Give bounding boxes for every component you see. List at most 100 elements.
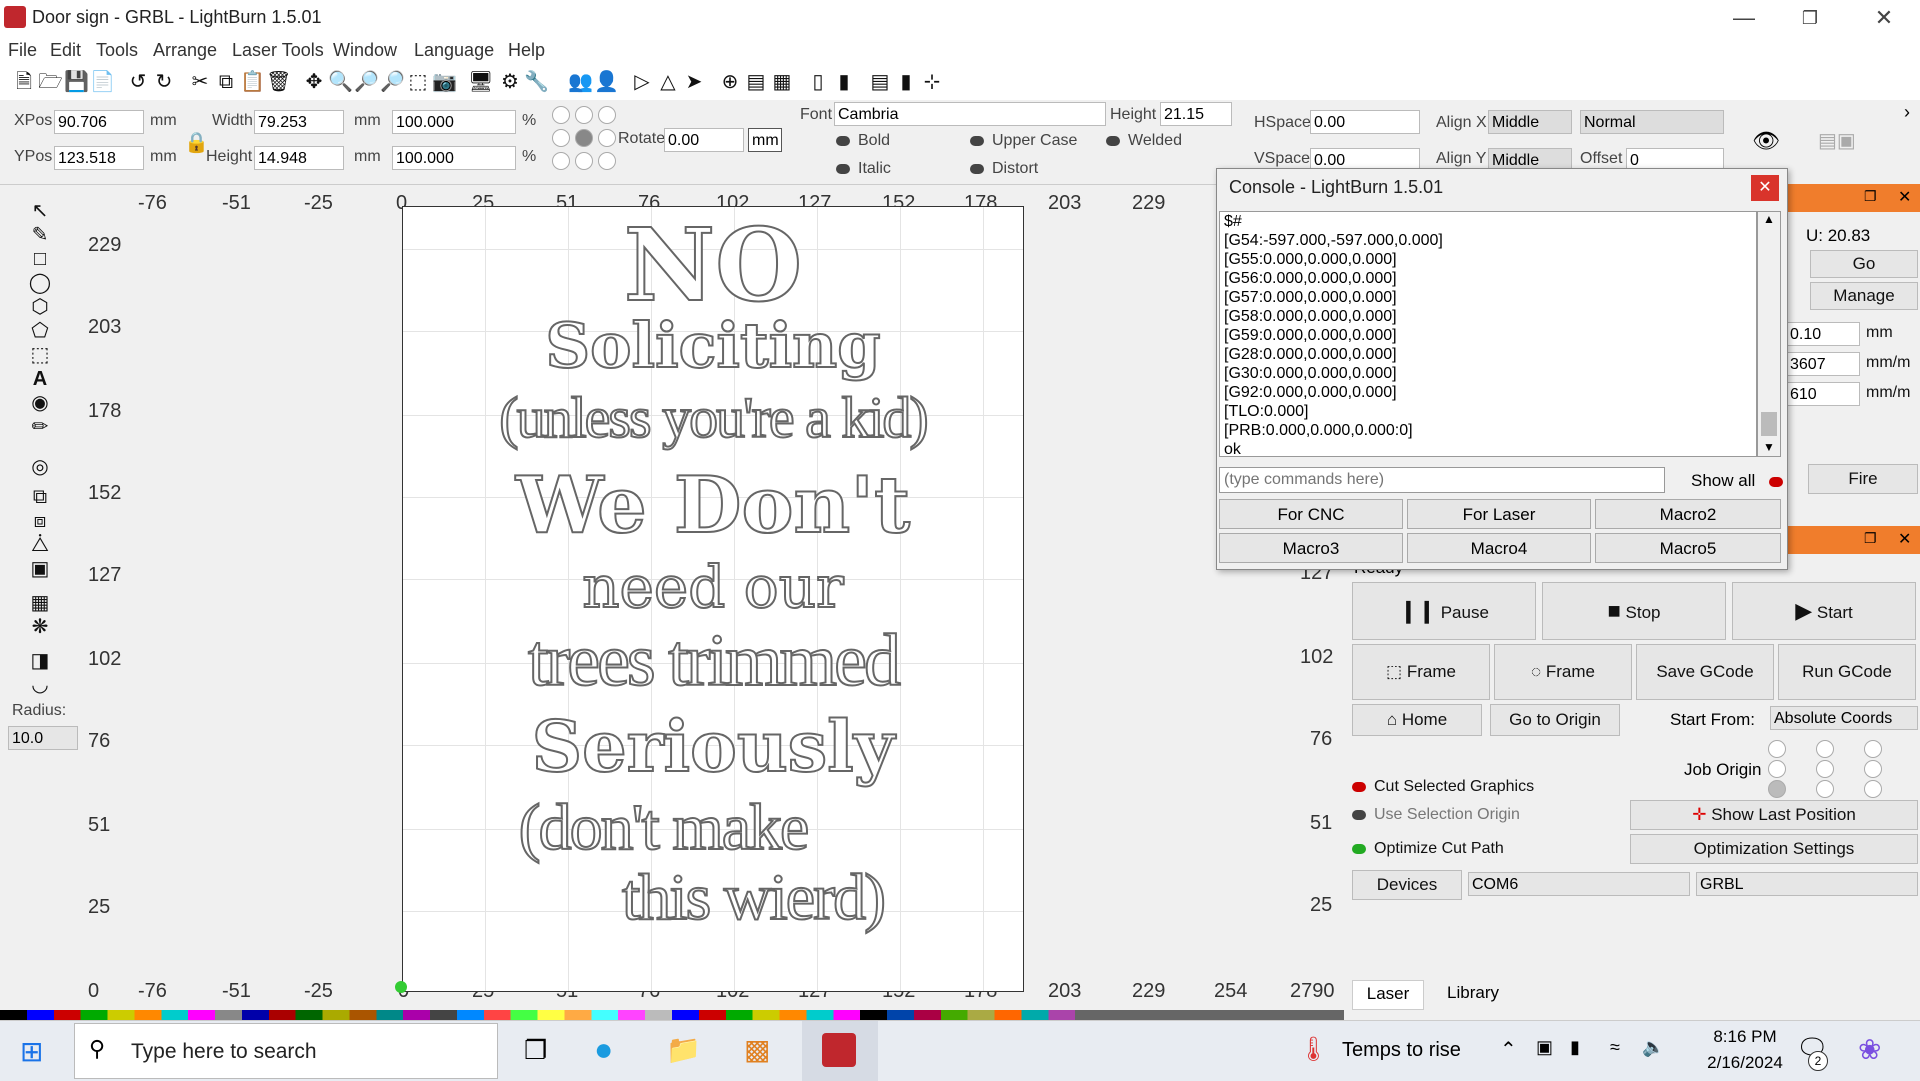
clock-time[interactable]: 8:16 PM — [1690, 1027, 1800, 1047]
file-explorer-icon[interactable]: 📁 — [666, 1033, 701, 1066]
save-gcode-button[interactable]: Save GCode — [1636, 644, 1774, 700]
go-to-origin-button[interactable]: Go to Origin — [1490, 704, 1620, 736]
mirror-icon[interactable]: ➤ — [682, 70, 706, 94]
hspace-field[interactable]: 0.00 — [1310, 110, 1420, 134]
weld-icon[interactable]: ▣ — [26, 558, 54, 580]
open-file-icon[interactable]: 🗁 — [38, 70, 63, 94]
camera-icon[interactable]: 📷 — [432, 70, 457, 94]
unit-toggle-button[interactable]: mm — [748, 128, 782, 152]
console-log[interactable]: $# [G54:-597.000,-597.000,0.000] [G55:0.… — [1219, 211, 1757, 457]
menu-language[interactable]: Language — [414, 40, 494, 61]
toolbar-overflow-icon[interactable]: › — [1904, 102, 1910, 123]
zoom-in-icon[interactable]: 🔍 — [328, 70, 353, 94]
job-origin-grid[interactable] — [1768, 740, 1898, 800]
radius-field[interactable]: 10.0 — [8, 726, 78, 750]
taskbar-search[interactable]: ⚲ Type here to search — [74, 1023, 498, 1079]
home-button[interactable]: ⌂ Home — [1352, 704, 1482, 736]
macro-button[interactable]: Macro3 — [1219, 533, 1403, 563]
show-all-toggle[interactable] — [1769, 477, 1783, 487]
copy-icon[interactable]: ⧉ — [214, 70, 238, 94]
panel-close-icon[interactable]: ✕ — [1898, 187, 1911, 207]
grid-array-icon[interactable]: ▦ — [26, 592, 54, 614]
go-button[interactable]: Go — [1810, 250, 1918, 278]
clock-date[interactable]: 2/16/2024 — [1690, 1053, 1800, 1073]
command-input[interactable] — [1219, 467, 1665, 493]
welded-toggle[interactable]: Welded — [1106, 132, 1182, 150]
sign-line[interactable]: (don't make — [353, 790, 973, 865]
boolean-intersect-icon[interactable]: ⧊ — [26, 534, 54, 556]
weather-text[interactable]: Temps to rise — [1342, 1039, 1461, 1062]
ungroup-icon[interactable]: 👤 — [594, 70, 619, 94]
restore-button[interactable]: ❐ — [1788, 4, 1832, 32]
manage-button[interactable]: Manage — [1810, 282, 1918, 310]
console-scrollbar[interactable]: ▲ ▼ — [1757, 211, 1781, 457]
menu-help[interactable]: Help — [508, 40, 545, 61]
console-close-button[interactable]: ✕ — [1751, 175, 1779, 201]
office-icon[interactable]: ▩ — [744, 1033, 770, 1066]
start-from-select[interactable]: Absolute Coords — [1770, 706, 1918, 730]
sign-line[interactable]: (unless you're a kid) — [403, 383, 1023, 453]
optimization-settings-button[interactable]: Optimization Settings — [1630, 834, 1918, 864]
paste-icon[interactable]: 📋 — [240, 70, 265, 94]
zoom-selection-icon[interactable]: ⬚ — [406, 70, 430, 94]
bold-toggle[interactable]: Bold — [836, 132, 890, 150]
stop-button[interactable]: ■ Stop — [1542, 582, 1726, 640]
width-field[interactable]: 79.253 — [254, 110, 344, 134]
minimize-button[interactable]: — — [1722, 4, 1766, 32]
circular-array-icon[interactable]: ❋ — [26, 616, 54, 638]
save-icon[interactable]: 💾 — [64, 70, 89, 94]
sign-line[interactable]: trees trimmed — [403, 619, 1023, 703]
text-mode-select[interactable]: Normal — [1580, 110, 1724, 134]
monitor-icon[interactable]: 🖥 — [468, 70, 493, 94]
boolean-subtract-icon[interactable]: ⧈ — [26, 510, 54, 532]
sign-line[interactable]: Soliciting — [403, 310, 1023, 382]
rectangle-icon[interactable]: □ — [26, 248, 54, 270]
menu-edit[interactable]: Edit — [50, 40, 81, 61]
eye-icon[interactable]: 👁 — [1752, 128, 1780, 154]
align-x-select[interactable]: Middle — [1488, 110, 1572, 134]
show-last-position-button[interactable]: ✛ Show Last Position — [1630, 800, 1918, 830]
group-icon[interactable]: 👥 — [568, 70, 593, 94]
move-icon[interactable]: ✥ — [302, 70, 326, 94]
delete-icon[interactable]: 🗑 — [266, 70, 291, 94]
pause-button[interactable]: ❙❙ Pause — [1352, 582, 1536, 640]
align-tools-icon[interactable]: ▤▣ — [1818, 128, 1856, 153]
flip-horizontal-icon[interactable]: ▷ — [630, 70, 654, 94]
sign-line[interactable]: We Don't — [403, 462, 1023, 550]
device-select[interactable]: GRBL — [1696, 872, 1918, 896]
menu-file[interactable]: File — [8, 40, 37, 61]
distribute-icon[interactable]: ▦ — [770, 70, 794, 94]
rotate-field[interactable]: 0.00 — [664, 128, 744, 152]
polygon-icon[interactable]: ⬡ — [26, 296, 54, 318]
zoom-out-icon[interactable]: 🔎 — [354, 70, 379, 94]
sign-line[interactable]: need our — [403, 554, 1023, 620]
offset-shapes-icon[interactable]: ◎ — [26, 456, 54, 478]
speed-field[interactable]: 3607 — [1786, 352, 1860, 376]
panel-close-icon[interactable]: ✕ — [1898, 529, 1911, 549]
close-button[interactable]: ✕ — [1862, 4, 1906, 32]
tools-icon[interactable]: 🔧 — [524, 70, 549, 94]
macro-button[interactable]: Macro4 — [1407, 533, 1591, 563]
height-field[interactable]: 14.948 — [254, 146, 344, 170]
menu-window[interactable]: Window — [333, 40, 397, 61]
work-area[interactable]: NO Soliciting (unless you're a kid) We D… — [395, 206, 1024, 993]
use-selection-origin-toggle[interactable]: Use Selection Origin — [1352, 806, 1520, 824]
battery-icon[interactable]: ▮ — [1570, 1037, 1580, 1058]
port-select[interactable]: COM6 — [1468, 872, 1690, 896]
volume-icon[interactable]: 🔈 — [1642, 1037, 1664, 1058]
distort-toggle[interactable]: Distort — [970, 160, 1038, 178]
italic-toggle[interactable]: Italic — [836, 160, 891, 178]
xpos-field[interactable]: 90.706 — [54, 110, 144, 134]
task-view-icon[interactable]: ❐ — [524, 1035, 547, 1066]
edit-nodes-icon[interactable]: ⬠ — [26, 320, 54, 342]
scroll-thumb[interactable] — [1761, 412, 1777, 436]
chevron-up-icon[interactable]: ⌃ — [1500, 1037, 1517, 1062]
start-button[interactable]: ▶ Start — [1732, 582, 1916, 640]
fire-button[interactable]: Fire — [1808, 464, 1918, 494]
optimize-cut-path-toggle[interactable]: Optimize Cut Path — [1352, 840, 1504, 858]
macro-button[interactable]: Macro5 — [1595, 533, 1781, 563]
wifi-icon[interactable]: ≈ — [1610, 1037, 1620, 1058]
position-laser-icon[interactable]: ◉ — [26, 392, 54, 414]
text-icon[interactable]: A — [26, 368, 54, 390]
corner-icon[interactable]: ◨ — [26, 650, 54, 672]
